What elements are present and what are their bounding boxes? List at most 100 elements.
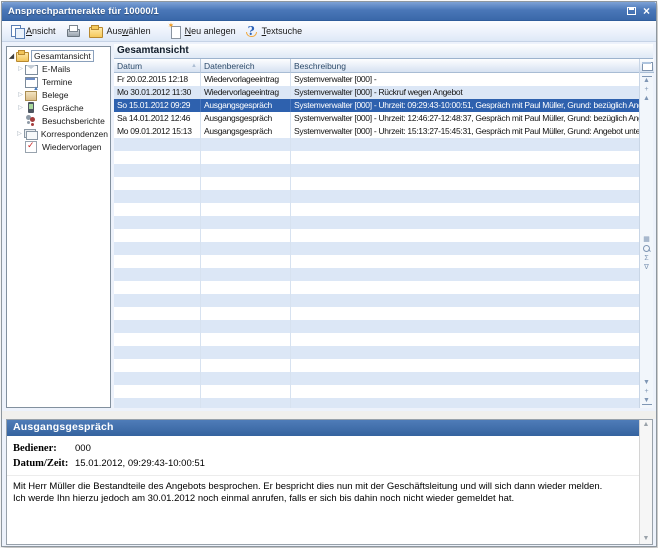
column-header-datenbereich[interactable]: Datenbereich [201, 59, 291, 73]
table-row[interactable]: So 15.01.2012 09:29AusgangsgesprächSyste… [114, 99, 639, 112]
table-empty-row [114, 385, 639, 398]
table-cell: So 15.01.2012 09:29 [114, 99, 201, 112]
table-cell [201, 385, 291, 398]
table-empty-row [114, 190, 639, 203]
toolbar-button-label: Textsuche [262, 26, 303, 36]
insert-row-icon[interactable]: + [642, 86, 652, 93]
scroll-bottom-icon[interactable]: ▼ [642, 397, 652, 405]
sidebar-item-e-mails[interactable]: ▷E-Mails [7, 62, 110, 75]
print-button[interactable] [62, 23, 83, 39]
scroll-up-icon[interactable]: ▲ [643, 421, 650, 429]
sidebar-item-besuchsberichte[interactable]: Besuchsberichte [7, 114, 110, 127]
grid-side-toolbar: ▲ + ▲ ▦ Σ ∇ ▼ + ▼ [639, 59, 653, 408]
detail-field-value: 15.01.2012, 09:29:43-10:00:51 [75, 458, 205, 469]
expand-icon[interactable]: ▷ [15, 130, 24, 137]
table-cell [201, 190, 291, 203]
toolbar-button-label: Ansicht [26, 26, 56, 36]
grid-title: Gesamtansicht [114, 44, 653, 59]
table-cell: Wiedervorlageeintrag [201, 73, 291, 86]
table-empty-row [114, 346, 639, 359]
scroll-up-icon[interactable]: ▲ [642, 95, 652, 102]
sidebar-item-gesamtansicht[interactable]: ◢ Gesamtansicht [7, 49, 110, 62]
panel-divider [2, 411, 656, 419]
table-empty-row [114, 151, 639, 164]
sidebar-item-gespr-che[interactable]: ▷Gespräche [7, 101, 110, 114]
table-cell [291, 294, 639, 307]
sidebar-item-termine[interactable]: Termine [7, 75, 110, 88]
search-icon[interactable] [643, 245, 651, 253]
neu-anlegen-button[interactable]: Neu anlegen [165, 23, 240, 39]
table-empty-row [114, 138, 639, 151]
table-cell [114, 372, 201, 385]
table-cell [114, 177, 201, 190]
detail-scrollbar[interactable]: ▲ ▼ [639, 420, 652, 544]
table-cell: Systemverwalter [000] - Uhrzeit: 15:13:2… [291, 125, 639, 138]
table-cell [291, 359, 639, 372]
letters-icon [24, 128, 37, 139]
detail-field-row: Bediener:000 [13, 441, 633, 456]
textsuche-button[interactable]: Textsuche [242, 23, 307, 39]
table-row[interactable]: Sa 14.01.2012 12:46AusgangsgesprächSyste… [114, 112, 639, 125]
table-cell [114, 294, 201, 307]
table-cell [201, 372, 291, 385]
table-cell [201, 268, 291, 281]
sum-icon[interactable]: Σ [642, 255, 652, 262]
tree-item-label: Gesamtansicht [31, 50, 94, 62]
scroll-down-icon[interactable]: ▼ [642, 379, 652, 386]
expand-icon[interactable]: ▷ [16, 104, 25, 111]
expand-icon[interactable]: ▷ [16, 65, 25, 72]
table-cell [114, 203, 201, 216]
table-empty-row [114, 203, 639, 216]
table-cell: Ausgangsgespräch [201, 99, 291, 112]
expand-icon[interactable]: ▷ [16, 91, 25, 98]
close-icon[interactable]: × [643, 6, 650, 16]
sidebar-item-belege[interactable]: ▷Belege [7, 88, 110, 101]
scroll-top-icon[interactable]: ▲ [642, 76, 652, 84]
tree-panel: ◢ Gesamtansicht▷E-MailsTermine▷Belege▷Ges… [6, 46, 111, 408]
filter-icon[interactable]: ∇ [642, 264, 652, 271]
table-cell [201, 229, 291, 242]
column-chooser-icon[interactable] [640, 59, 654, 73]
column-header-datum[interactable]: Datum▲ [114, 59, 201, 73]
table-body: Fr 20.02.2015 12:18WiedervorlageeintragS… [114, 73, 639, 408]
detail-body-line: Ich werde Ihn hierzu jedoch am 30.01.201… [13, 493, 633, 505]
sidebar-item-wiedervorlagen[interactable]: Wiedervorlagen [7, 140, 110, 153]
table-cell [201, 359, 291, 372]
table-cell: Systemverwalter [000] - [291, 73, 639, 86]
table-cell [201, 203, 291, 216]
table-cell [201, 281, 291, 294]
strip-group-top: ▲ + ▲ [642, 73, 652, 105]
titlebar[interactable]: Ansprechpartnerakte für 10000/1 × [2, 2, 656, 21]
window-title: Ansprechpartnerakte für 10000/1 [8, 6, 159, 17]
table-cell [114, 359, 201, 372]
insert-row-icon[interactable]: + [642, 388, 652, 395]
table-cell [114, 398, 201, 408]
table-row[interactable]: Mo 30.01.2012 11:30WiedervorlageeintragS… [114, 86, 639, 99]
collapse-icon[interactable]: ◢ [7, 52, 16, 60]
table-cell [201, 346, 291, 359]
table-cell [114, 216, 201, 229]
table-cell [291, 385, 639, 398]
table-cell [291, 203, 639, 216]
table-cell [291, 320, 639, 333]
column-header-beschreibung[interactable]: Beschreibung [291, 59, 639, 73]
detail-body-text: Mit Herr Müller die Bestandteile des Ang… [7, 476, 639, 510]
window-controls: × [627, 6, 650, 16]
detail-title: Ausgangsgespräch [7, 420, 639, 436]
sidebar-item-korrespondenzen[interactable]: ▷Korrespondenzen [7, 127, 110, 140]
table-cell [291, 307, 639, 320]
scroll-down-icon[interactable]: ▼ [643, 535, 650, 543]
table-empty-row [114, 333, 639, 346]
table-cell [291, 281, 639, 294]
table-empty-row [114, 164, 639, 177]
table-cell: Mo 09.01.2012 15:13 [114, 125, 201, 138]
ansicht-button[interactable]: Ansicht [6, 23, 60, 39]
grid-settings-icon[interactable]: ▦ [642, 236, 652, 243]
restore-icon[interactable] [627, 7, 636, 15]
table-row[interactable]: Mo 09.01.2012 15:13AusgangsgesprächSyste… [114, 125, 639, 138]
table-empty-row [114, 307, 639, 320]
table-empty-row [114, 177, 639, 190]
table-row[interactable]: Fr 20.02.2015 12:18WiedervorlageeintragS… [114, 73, 639, 86]
auswaehlen-button[interactable]: Auswählen [85, 23, 155, 39]
column-header-label: Datenbereich [204, 61, 255, 71]
